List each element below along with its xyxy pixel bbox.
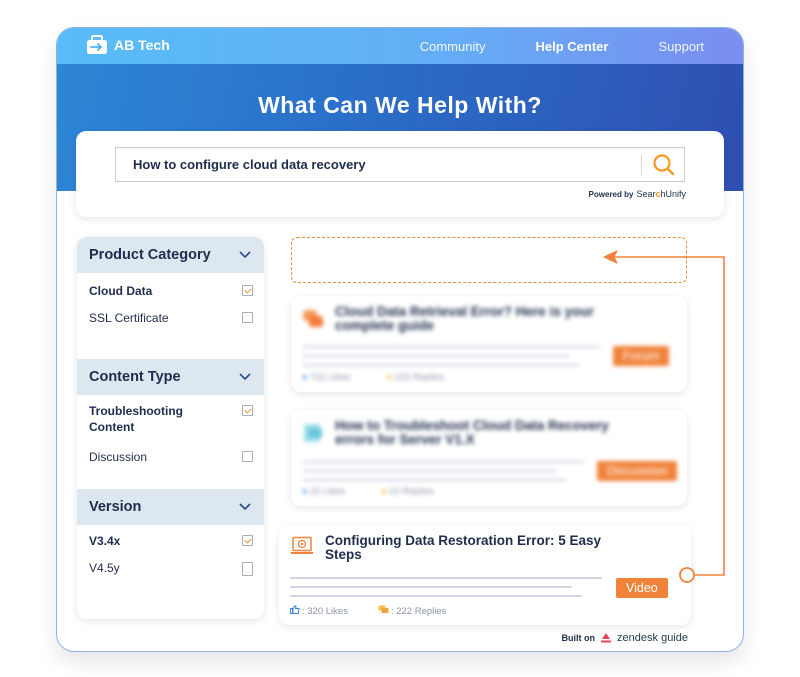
replies-count: 123 Replies [394, 372, 445, 383]
tag-video[interactable]: Video [616, 578, 668, 598]
facet-title: Product Category [89, 247, 211, 263]
search-box [115, 147, 685, 182]
thumbs-up-icon: ● [302, 372, 308, 383]
filter-option-v3-4x[interactable]: V3.4x [89, 533, 253, 549]
help-center-window: AB Tech Community Help Center Support Wh… [56, 27, 744, 652]
result-title[interactable]: Cloud Data Retrieval Error? Here is your… [335, 305, 625, 333]
filter-option-label: V3.4x [89, 534, 121, 548]
snippet-line [302, 470, 557, 472]
filter-option-troubleshooting-content[interactable]: Troubleshooting Content [89, 403, 253, 435]
facet-title: Content Type [89, 369, 181, 385]
snippet-line [302, 364, 580, 366]
checkbox-unchecked[interactable] [242, 562, 253, 576]
filter-option-discussion[interactable]: Discussion [89, 449, 253, 465]
search-panel: Powered by SearchUnify [76, 131, 724, 217]
likes-count: 22 Likes [309, 486, 346, 497]
replies-count: 13 Replies [388, 486, 434, 497]
result-card-featured[interactable]: Configuring Data Restoration Error: 5 Ea… [279, 525, 691, 625]
snippet-line [290, 577, 602, 579]
filter-sidebar: Product Category Cloud Data SSL Certific… [77, 237, 264, 619]
snippet-line [302, 346, 600, 348]
snippet-line [290, 586, 572, 588]
document-icon [302, 422, 324, 442]
snippet-line [302, 461, 585, 463]
nav-help-center[interactable]: Help Center [535, 39, 608, 54]
result-card[interactable]: How to Troubleshoot Cloud Data Recovery … [291, 410, 687, 506]
nav-community[interactable]: Community [420, 39, 486, 54]
searchunify-prefix: Sear [636, 189, 656, 199]
built-on-label: Built on [561, 633, 596, 643]
brand-name: AB Tech [114, 37, 170, 53]
filter-option-label: Discussion [89, 450, 148, 464]
tag-forum[interactable]: Forum [613, 346, 670, 366]
likes-count: : 320 Likes [302, 606, 348, 617]
snippet-line [302, 479, 567, 481]
checkbox-checked[interactable] [242, 535, 253, 546]
platform-name: zendesk guide [617, 632, 688, 644]
filter-option-label: Troubleshooting Content [89, 404, 183, 434]
checkbox-unchecked[interactable] [242, 451, 253, 462]
top-nav-bar: AB Tech Community Help Center Support [57, 28, 743, 64]
result-meta: ● 22 Likes ● 13 Replies [302, 486, 434, 497]
nav-support[interactable]: Support [658, 39, 704, 54]
briefcase-arrow-icon [86, 35, 108, 55]
checkbox-unchecked[interactable] [242, 312, 253, 323]
result-title[interactable]: How to Troubleshoot Cloud Data Recovery … [335, 419, 625, 447]
checkbox-checked[interactable] [242, 285, 253, 296]
powered-by: Powered by SearchUnify [589, 189, 686, 199]
checkbox-checked[interactable] [242, 405, 253, 416]
result-meta: ● 722 Likes ● 123 Replies [302, 372, 444, 383]
search-icon[interactable] [651, 153, 677, 177]
facet-title: Version [89, 499, 142, 515]
chevron-down-icon [239, 251, 251, 259]
filter-option-label: Cloud Data [89, 284, 153, 298]
built-on-badge: Built on zendesk guide [562, 632, 688, 644]
forum-icon [302, 308, 324, 328]
facet-header-content-type[interactable]: Content Type [77, 359, 264, 395]
page-title: What Can We Help With? [258, 92, 542, 118]
chevron-down-icon [239, 373, 251, 381]
filter-option-ssl-certificate[interactable]: SSL Certificate [89, 310, 253, 326]
filter-option-label: V4.5y [89, 561, 120, 575]
video-laptop-icon [290, 536, 313, 556]
replies-count: : 222 Replies [390, 606, 447, 617]
filter-option-cloud-data[interactable]: Cloud Data [89, 283, 253, 299]
tag-discussion[interactable]: Discussion [597, 461, 678, 481]
filter-option-label: SSL Certificate [89, 311, 169, 325]
facet-header-version[interactable]: Version [77, 489, 264, 525]
result-meta: : 320 Likes : 222 Replies [290, 605, 446, 617]
chevron-down-icon [239, 503, 251, 511]
main-nav: Community Help Center Support [370, 39, 704, 54]
chat-bubble-icon: ● [381, 486, 387, 497]
searchunify-suffix: hUnify [660, 189, 686, 199]
snippet-line [290, 595, 582, 597]
search-divider [641, 155, 642, 175]
thumbs-up-icon: ● [302, 486, 308, 497]
zendesk-logo-icon [601, 633, 612, 643]
likes-count: 722 Likes [309, 372, 351, 383]
brand-logo[interactable]: AB Tech [86, 35, 170, 55]
chat-bubble-icon [378, 605, 389, 617]
result-title[interactable]: Configuring Data Restoration Error: 5 Ea… [325, 534, 625, 562]
thumbs-up-icon [290, 605, 300, 617]
filter-option-v4-5y[interactable]: V4.5y [89, 560, 253, 576]
searchunify-logo: SearchUnify [636, 189, 686, 199]
snippet-line [302, 355, 570, 357]
powered-by-label: Powered by [588, 189, 634, 199]
facet-header-product-category[interactable]: Product Category [77, 237, 264, 273]
drop-target-zone[interactable] [291, 237, 687, 283]
chat-bubble-icon: ● [386, 372, 393, 383]
result-card[interactable]: Cloud Data Retrieval Error? Here is your… [291, 296, 687, 392]
search-input[interactable] [116, 148, 636, 181]
